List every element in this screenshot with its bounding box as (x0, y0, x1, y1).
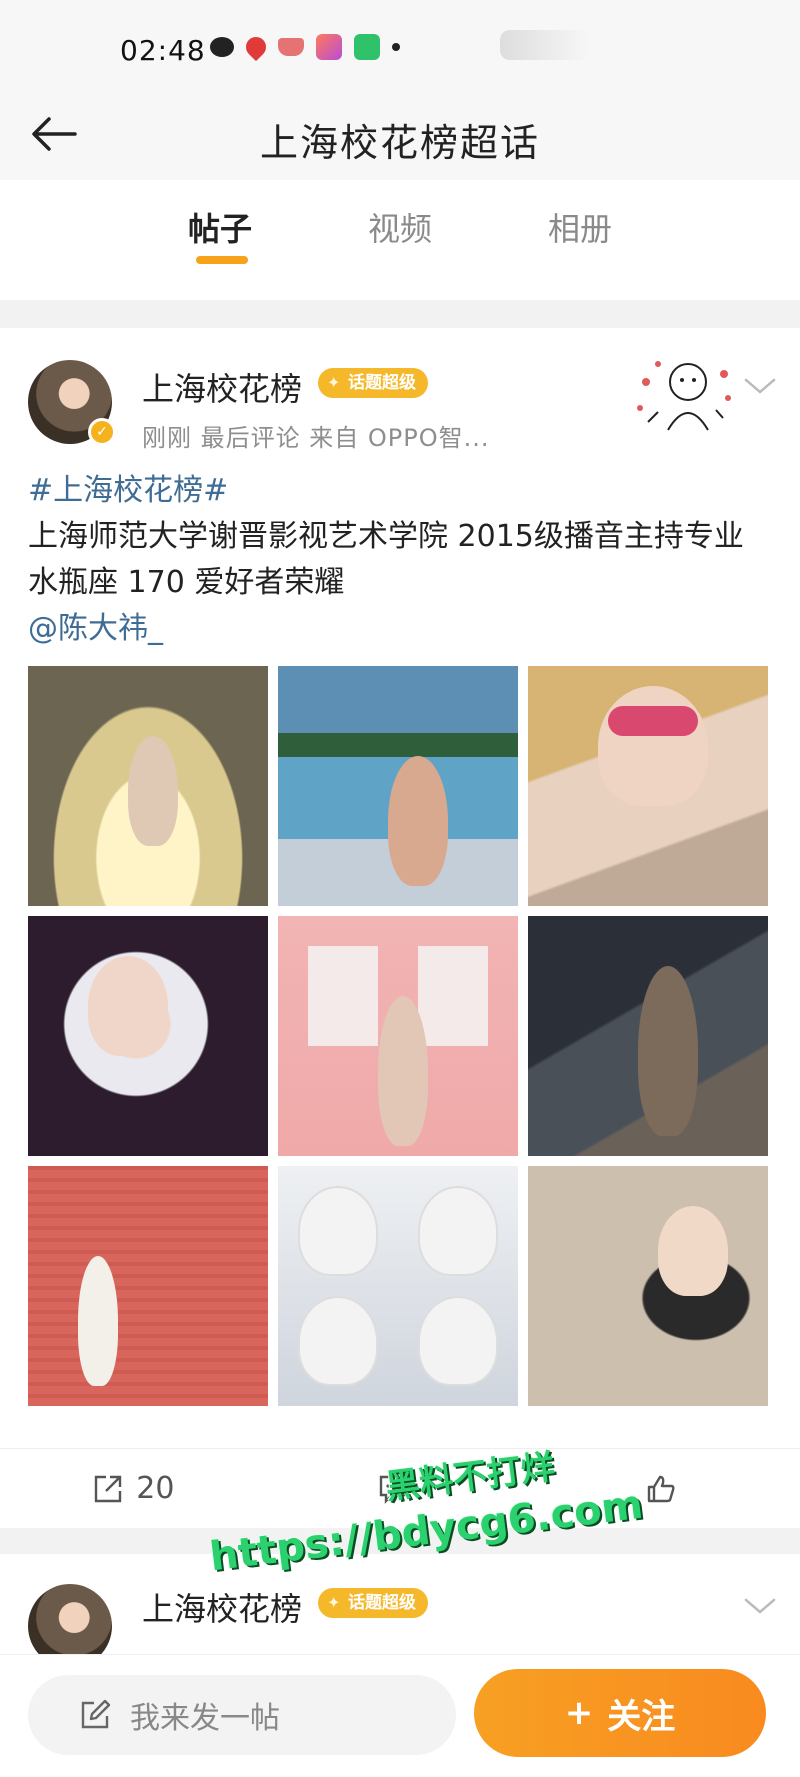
like-button[interactable] (533, 1449, 800, 1528)
status-bar: 02:48 (0, 0, 800, 90)
repost-button[interactable]: 20 (0, 1449, 267, 1528)
post-content: #上海校花榜# 上海师范大学谢晋影视艺术学院 2015级播音主持专业 水瓶座 1… (28, 468, 778, 652)
post-card[interactable]: 上海校花榜 话题超级 (0, 1554, 800, 1654)
author-name[interactable]: 上海校花榜 (142, 364, 302, 410)
divider (0, 1528, 800, 1554)
status-time: 02:48 (120, 34, 206, 67)
compose-post-button[interactable]: 我来发一帖 (28, 1675, 456, 1755)
photo-2[interactable] (278, 666, 518, 906)
mention-link[interactable]: @陈大祎_ (28, 606, 778, 652)
verified-badge-icon: ✓ (88, 418, 116, 446)
photo-6[interactable] (528, 916, 768, 1156)
photo-4[interactable] (28, 916, 268, 1156)
hashtag-link[interactable]: #上海校花榜# (28, 468, 778, 514)
more-dot-icon (392, 43, 400, 51)
tab-bar: 帖子 视频 相册 (0, 180, 800, 300)
status-system-icons (500, 30, 590, 60)
cartoon-sticker-icon (637, 361, 731, 431)
compose-placeholder: 我来发一帖 (130, 1701, 280, 1736)
share-icon (95, 1475, 122, 1502)
header: 上海校花榜超话 (0, 90, 800, 180)
repost-count: 20 (136, 1471, 175, 1506)
boat-icon (278, 38, 304, 56)
thumbs-up-icon (647, 1475, 675, 1502)
message-icon (354, 34, 380, 60)
avatar[interactable] (28, 1584, 112, 1654)
photo-3[interactable] (528, 666, 768, 906)
avatar[interactable]: ✓ (28, 360, 116, 446)
photo-7[interactable] (28, 1166, 268, 1406)
divider (0, 300, 800, 328)
level-badge: 话题超级 (318, 1588, 428, 1618)
tab-albums[interactable]: 相册 (490, 180, 670, 300)
author-name[interactable]: 上海校花榜 (142, 1584, 302, 1630)
photo-5[interactable] (278, 916, 518, 1156)
app-icon (316, 34, 342, 60)
post-body: 上海师范大学谢晋影视艺术学院 2015级播音主持专业 水瓶座 170 爱好者荣耀 (28, 519, 744, 600)
photo-grid (28, 666, 772, 1410)
status-icons (210, 32, 400, 62)
post-meta: 刚刚 最后评论 来自 OPPO智... (142, 424, 490, 452)
chevron-down-icon[interactable] (742, 372, 778, 400)
comment-icon (379, 1475, 409, 1504)
bottom-bar: 我来发一帖 + 关注 (0, 1654, 800, 1777)
post-actions: 20 (0, 1448, 800, 1528)
follow-button[interactable]: + 关注 (474, 1669, 766, 1757)
chat-icon (210, 37, 234, 57)
chevron-down-icon[interactable] (742, 1592, 778, 1620)
level-badge: 话题超级 (318, 368, 428, 398)
tab-videos[interactable]: 视频 (310, 180, 490, 300)
location-icon (241, 32, 271, 62)
edit-icon (81, 1699, 111, 1729)
tab-posts[interactable]: 帖子 (130, 180, 310, 300)
photo-9[interactable] (528, 1166, 768, 1406)
plus-icon: + (564, 1693, 594, 1733)
page-title: 上海校花榜超话 (259, 121, 540, 165)
comment-button[interactable] (267, 1449, 534, 1528)
photo-8[interactable] (278, 1166, 518, 1406)
follow-label: 关注 (607, 1696, 676, 1737)
post-card[interactable]: ✓ 上海校花榜 话题超级 刚刚 最后评论 来自 OPPO智... #上海校花榜#… (0, 328, 800, 1528)
photo-1[interactable] (28, 666, 268, 906)
